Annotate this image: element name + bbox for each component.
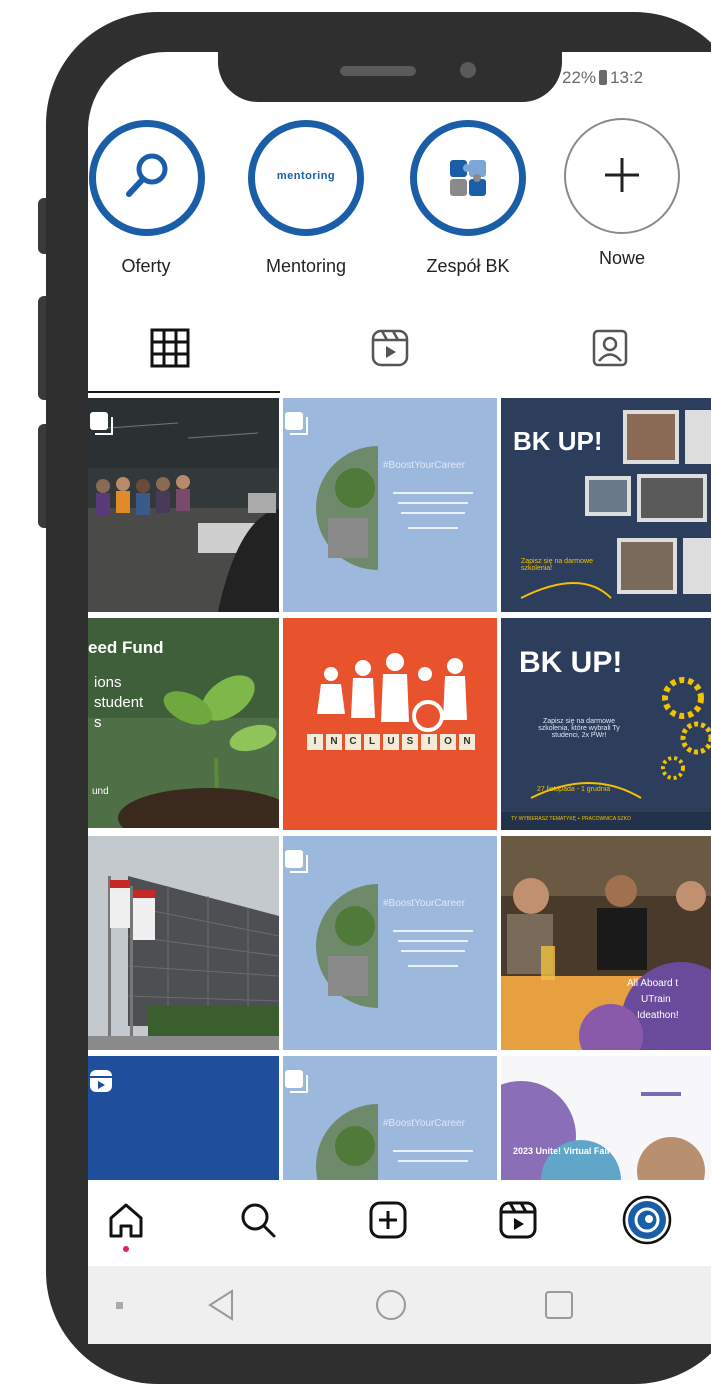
highlight-label: Zespół BK [426, 256, 510, 276]
post-image-inclusion [283, 618, 497, 830]
home-icon[interactable] [106, 1200, 146, 1240]
bottom-navigation [88, 1180, 711, 1266]
post-title: BK UP! [513, 426, 603, 456]
inclusion-tiles: I N C L U S I O N [307, 734, 475, 750]
tagged-icon[interactable] [590, 328, 630, 368]
post-footer: TY WYBIERASZ TEMATYKĘ + PRACOWNICA SZKO [511, 816, 631, 822]
post-text: s [94, 714, 102, 731]
post-text: Zapisz się na darmowe szkolenia, które w… [538, 718, 620, 739]
battery-icon [599, 70, 608, 85]
multiple-posts-icon [285, 412, 308, 435]
system-navigation-bar [88, 1266, 711, 1344]
post-image-classroom [88, 398, 279, 612]
post-thumbnail[interactable]: BK UP! Zapisz się na darmowe szkolenia, … [501, 618, 711, 830]
add-post-icon[interactable] [368, 1200, 408, 1240]
front-camera [460, 62, 476, 78]
recents-dot [116, 1302, 123, 1309]
post-thumbnail[interactable]: #BoostYourCareer [283, 1056, 497, 1180]
status-time: 13:2 [610, 68, 644, 87]
letter-tile: L [364, 734, 380, 750]
search-icon[interactable] [238, 1200, 278, 1240]
notification-dot [123, 1246, 129, 1252]
post-thumbnail[interactable]: eed Fund ions student s und [88, 618, 279, 828]
speaker-grille [340, 66, 416, 76]
letter-tile: N [326, 734, 342, 750]
multiple-posts-icon [90, 412, 113, 435]
post-text: student [94, 694, 144, 711]
puzzle-icon [423, 133, 513, 223]
post-text: eed Fund [88, 638, 164, 657]
highlight-oferty[interactable] [89, 120, 205, 236]
letter-tile: I [421, 734, 437, 750]
post-image-building [88, 836, 279, 1050]
reel-post-icon [90, 1070, 112, 1092]
post-thumbnail[interactable] [88, 398, 279, 612]
multiple-posts-icon [285, 1070, 308, 1093]
post-hashtag: #BoostYourCareer [383, 898, 465, 909]
post-date: 27 listopada - 1 grudnia [537, 786, 611, 793]
post-text: All Aboard t [627, 978, 679, 989]
post-cta: Zapisz się na darmowe szkolenia! [521, 558, 593, 572]
home-circle-icon[interactable] [374, 1288, 408, 1322]
post-title: BK UP! [519, 646, 623, 679]
plus-icon [605, 158, 639, 192]
highlight-zespol-bk[interactable] [410, 120, 526, 236]
multiple-posts-icon [285, 850, 308, 873]
highlight-new[interactable] [564, 118, 680, 234]
post-thumbnail[interactable] [88, 836, 279, 1050]
magnifier-icon [102, 133, 192, 223]
post-hashtag: #BoostYourCareer [383, 460, 465, 471]
letter-tile: U [383, 734, 399, 750]
highlight-label: Nowe [598, 248, 646, 268]
post-image-ideathon [501, 836, 711, 1050]
post-text: ions [94, 674, 122, 691]
grid-icon[interactable] [150, 328, 190, 368]
letter-tile: S [402, 734, 418, 750]
highlight-label: Oferty [121, 256, 171, 276]
letter-tile: C [345, 734, 361, 750]
profile-avatar[interactable] [622, 1195, 672, 1245]
post-image-virtual-fair [501, 1056, 711, 1180]
status-bar: 22% 13:2 [562, 68, 643, 88]
post-title: 2023 Unite! Virtual Fair [513, 1146, 611, 1156]
mentoring-logo-text: mentoring [276, 170, 336, 182]
post-text: Ideathon! [637, 1010, 679, 1021]
reels-icon[interactable] [498, 1200, 538, 1240]
reels-icon[interactable] [370, 328, 410, 368]
post-thumbnail[interactable]: 2023 Unite! Virtual Fair [501, 1056, 711, 1180]
post-image-boost-career [283, 398, 497, 612]
back-icon[interactable] [206, 1288, 236, 1322]
letter-tile: I [307, 734, 323, 750]
post-text: UTrain [641, 994, 671, 1005]
letter-tile: N [459, 734, 475, 750]
post-thumbnail[interactable]: I N C L U S I O N [283, 618, 497, 830]
post-image-boost-career [283, 836, 497, 1050]
post-hashtag: #BoostYourCareer [383, 1118, 465, 1129]
post-thumbnail[interactable]: #BoostYourCareer [283, 398, 497, 612]
highlight-mentoring[interactable]: mentoring [248, 120, 364, 236]
overview-square-icon[interactable] [543, 1289, 575, 1321]
highlight-label: Mentoring [265, 256, 347, 276]
post-thumbnail[interactable]: #BoostYourCareer [283, 836, 497, 1050]
post-thumbnail[interactable]: All Aboard t UTrain Ideathon! [501, 836, 711, 1050]
active-tab-indicator [88, 391, 280, 393]
post-thumbnail[interactable]: BK UP! Zapisz się na darmowe szkolenia! [501, 398, 711, 612]
post-text: und [92, 786, 109, 797]
letter-tile: O [440, 734, 456, 750]
post-thumbnail[interactable] [88, 1056, 279, 1180]
battery-percent: 22% [562, 68, 597, 87]
